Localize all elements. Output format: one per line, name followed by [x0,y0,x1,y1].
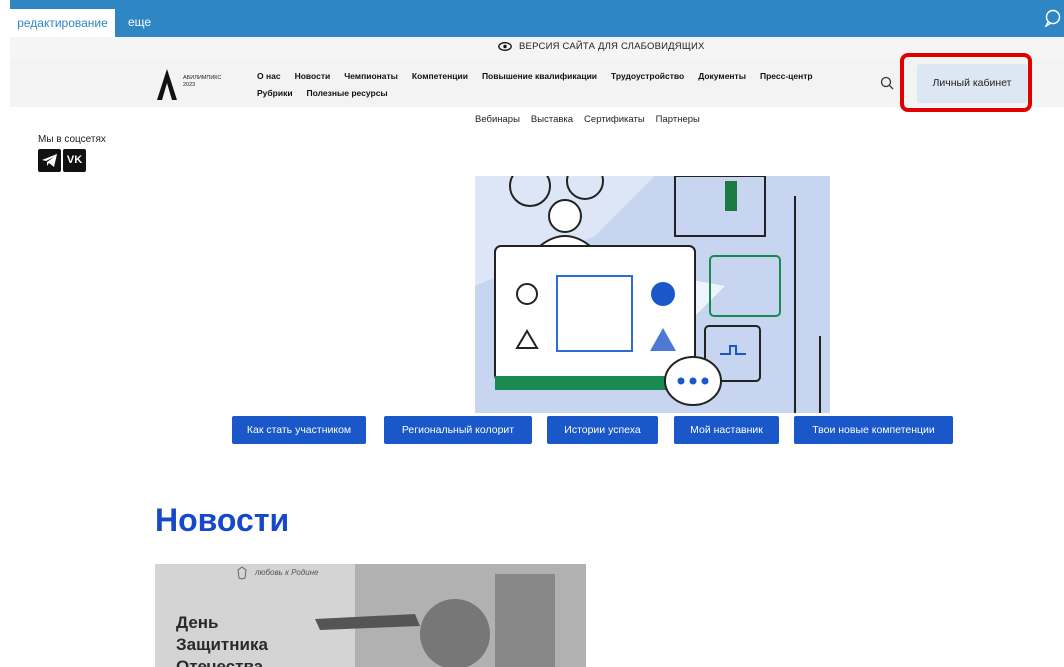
emblem-icon [237,566,247,580]
my-mentor-button[interactable]: Мой наставник [674,416,779,444]
regional-color-button[interactable]: Региональный колорит [384,416,532,444]
left-margin [0,0,10,667]
vk-icon[interactable]: VK [63,149,86,172]
sub-nav: Вебинары Выставка Сертификаты Партнеры [475,114,711,125]
news-card-title-line: Защитника [176,635,268,654]
nav-championships[interactable]: Чемпионаты [344,71,398,81]
nav-rubrics[interactable]: Рубрики [257,88,293,98]
how-to-participate-button[interactable]: Как стать участником [232,416,366,444]
search-icon[interactable] [880,76,894,90]
nav-employment[interactable]: Трудоустройство [611,71,684,81]
news-card-title-line: День [176,613,219,632]
nav-news[interactable]: Новости [295,71,331,81]
subnav-certificates[interactable]: Сертификаты [584,114,645,125]
main-nav: О нас Новости Чемпионаты Компетенции Повышен… [257,71,857,105]
nav-about[interactable]: О нас [257,71,281,81]
telegram-glyph-icon [42,154,57,167]
new-competencies-button[interactable]: Твои новые компетенции [794,416,953,444]
site-logo[interactable]: АБИЛИМПИКС 2023 [155,67,245,101]
news-card-title-line: Отечества [176,657,264,667]
news-card[interactable]: любовь к Родине День Защитника Отечества [155,564,586,667]
nav-resources[interactable]: Полезные ресурсы [307,88,388,98]
eye-icon [498,42,512,51]
highlight-frame [900,53,1032,112]
comment-icon[interactable] [1044,9,1062,27]
accessibility-link[interactable]: ВЕРСИЯ САЙТА ДЛЯ СЛАБОВИДЯЩИХ [498,41,705,52]
logo-year: 2023 [183,82,196,88]
logo-text: АБИЛИМПИКС 2023 [183,75,221,89]
tab-more[interactable]: еще [128,9,151,37]
subnav-webinars[interactable]: Вебинары [475,114,520,125]
nav-competencies[interactable]: Компетенции [412,71,468,81]
subnav-exhibition[interactable]: Выставка [531,114,573,125]
hero-image [475,176,830,413]
nav-documents[interactable]: Документы [698,71,746,81]
nav-training[interactable]: Повышение квалификации [482,71,597,81]
success-stories-button[interactable]: Истории успеха [547,416,658,444]
logo-mark-icon [157,69,177,100]
logo-name: АБИЛИМПИКС [183,75,222,81]
telegram-icon[interactable] [38,149,61,172]
nav-press[interactable]: Пресс-центр [760,71,813,81]
subnav-partners[interactable]: Партнеры [656,114,700,125]
social-label: Мы в соцсетях [38,134,106,145]
tab-edit[interactable]: редактирование [10,9,115,37]
news-card-title: День Защитника Отечества [176,612,268,667]
accessibility-label: ВЕРСИЯ САЙТА ДЛЯ СЛАБОВИДЯЩИХ [519,41,705,52]
edit-toolbar: редактирование еще [10,0,1064,37]
hero-illustration [475,176,830,413]
news-card-tag: любовь к Родине [255,568,319,577]
news-heading: Новости [155,502,290,538]
